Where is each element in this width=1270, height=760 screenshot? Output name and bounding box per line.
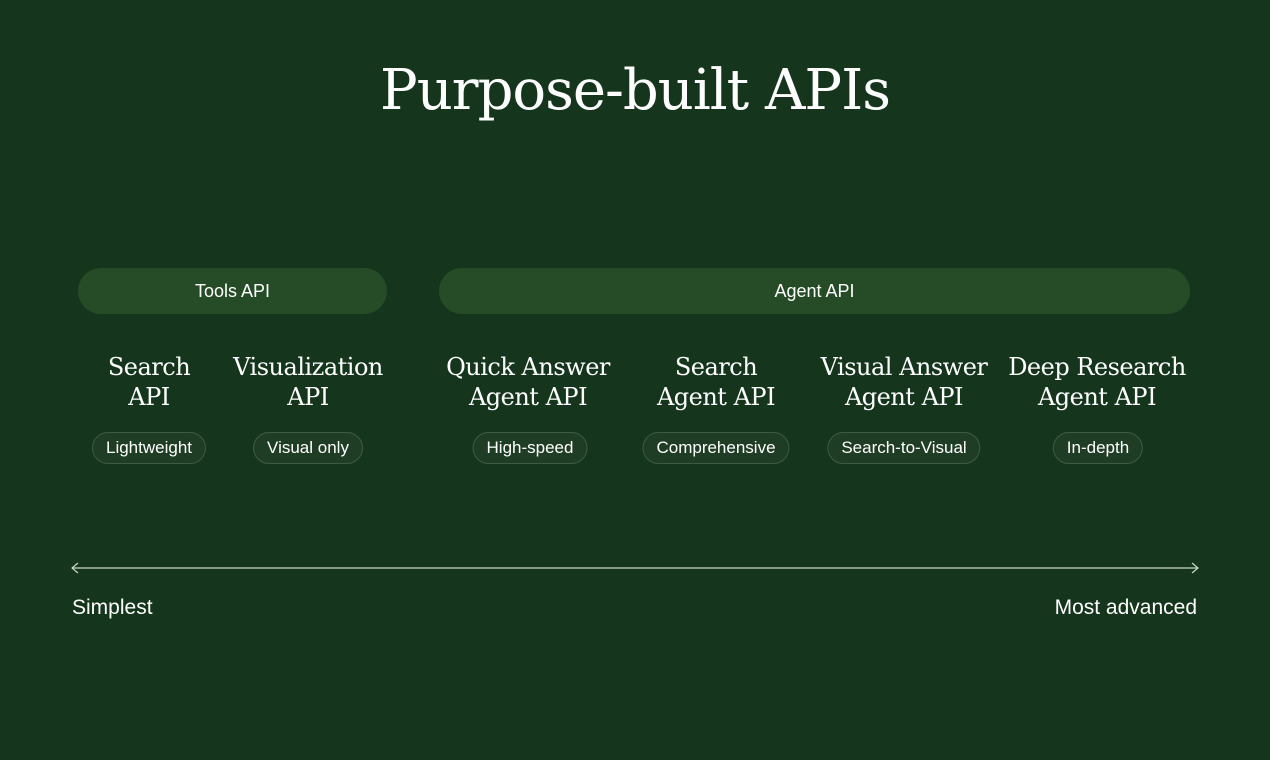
tag-comprehensive: Comprehensive <box>642 432 790 464</box>
group-agent-api: Agent API <box>439 268 1190 314</box>
scale-label-simplest: Simplest <box>72 596 153 619</box>
tag-visual-only: Visual only <box>253 432 363 464</box>
api-name-line1: Search <box>107 353 191 381</box>
tag-high-speed: High-speed <box>472 432 588 464</box>
api-quick-answer-agent: Quick Answer Agent API <box>446 352 610 412</box>
api-name-line2: Agent API <box>1037 383 1157 411</box>
tag-lightweight: Lightweight <box>91 432 207 464</box>
diagram-canvas: Purpose-built APIs Tools API Agent API S… <box>0 0 1270 760</box>
api-name-line1: Search <box>674 353 758 381</box>
api-search-agent: Search Agent API <box>656 352 776 412</box>
api-name-line2: API <box>128 383 170 411</box>
tag-in-depth: In-depth <box>1052 432 1144 464</box>
api-name-line1: Visualization <box>233 353 383 381</box>
api-visualization: Visualization API <box>233 352 383 412</box>
api-name-line2: Agent API <box>468 383 588 411</box>
api-name-line1: Quick Answer <box>446 353 610 381</box>
api-name-line2: Agent API <box>844 383 964 411</box>
api-deep-research-agent: Deep Research Agent API <box>1008 352 1186 412</box>
api-name-line1: Deep Research <box>1008 353 1186 381</box>
double-arrow-icon <box>71 562 1199 574</box>
api-visual-answer-agent: Visual Answer Agent API <box>821 352 988 412</box>
api-name-line2: Agent API <box>656 383 776 411</box>
tag-search-to-visual: Search-to-Visual <box>827 432 981 464</box>
api-name-line1: Visual Answer <box>820 353 988 381</box>
page-title: Purpose-built APIs <box>380 58 891 123</box>
api-name-line2: API <box>287 383 329 411</box>
group-tools-api: Tools API <box>78 268 387 314</box>
api-search: Search API <box>107 352 191 412</box>
scale-label-most-advanced: Most advanced <box>1054 596 1197 619</box>
